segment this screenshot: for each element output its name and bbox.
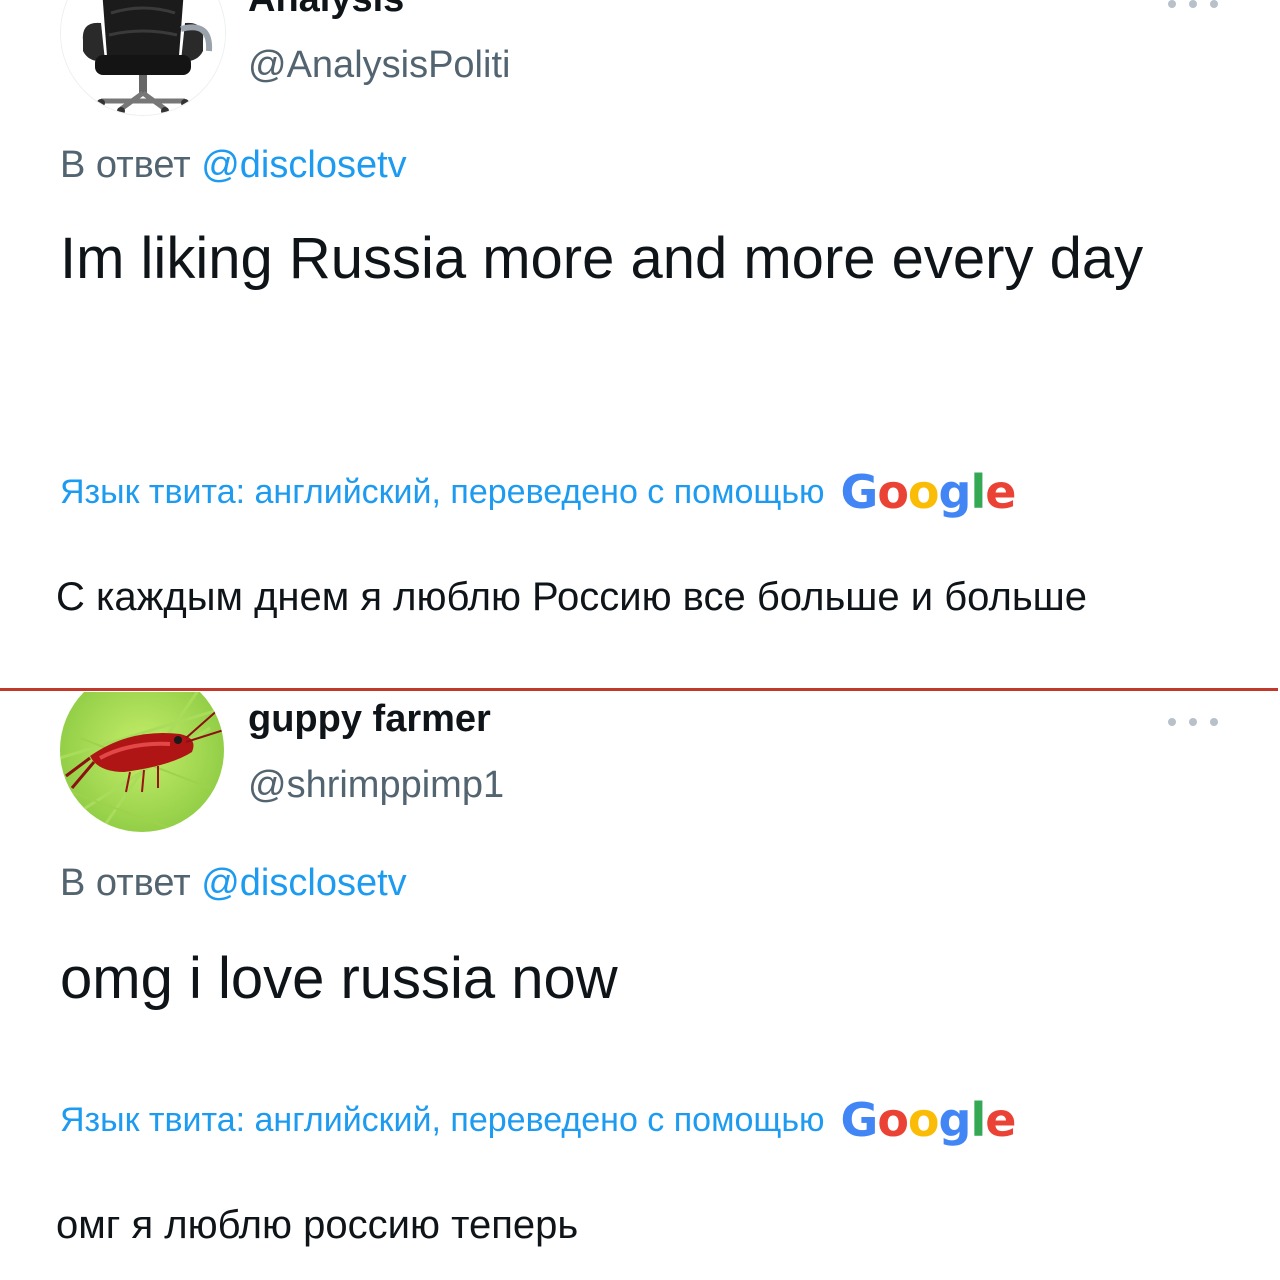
reply-mention-link[interactable]: @disclosetv xyxy=(201,862,406,904)
user-handle[interactable]: @shrimppimp1 xyxy=(248,764,504,807)
display-name[interactable]: guppy farmer xyxy=(248,698,491,741)
separator-line xyxy=(0,688,1278,691)
translated-text: омг я люблю россию теперь xyxy=(56,1203,579,1247)
display-name[interactable]: Analysis xyxy=(248,0,404,21)
translation-attribution: Язык твита: английский, переведено с пом… xyxy=(60,1090,1017,1150)
more-options-icon[interactable] xyxy=(1168,712,1218,732)
shrimp-icon xyxy=(60,692,224,832)
tweet-2[interactable]: guppy farmer @shrimppimp1 В ответ @discl… xyxy=(0,692,1280,1280)
reply-context: В ответ @disclosetv xyxy=(60,144,407,187)
reply-context: В ответ @disclosetv xyxy=(60,862,407,905)
avatar[interactable] xyxy=(60,692,224,832)
translation-attribution: Язык твита: английский, переведено с пом… xyxy=(60,462,1017,522)
reply-mention-link[interactable]: @disclosetv xyxy=(201,144,406,186)
google-logo: Google xyxy=(840,465,1017,519)
more-options-icon[interactable] xyxy=(1168,0,1218,14)
reply-prefix: В ответ xyxy=(60,862,191,904)
translated-text: С каждым днем я люблю Россию все больше … xyxy=(56,575,1087,619)
tweet-text: omg i love russia now xyxy=(60,946,618,1011)
translation-label: Язык твита: английский, переведено с пом… xyxy=(60,472,825,511)
avatar[interactable] xyxy=(60,0,226,116)
tweet-1[interactable]: Analysis @AnalysisPoliti В ответ @disclo… xyxy=(0,0,1280,688)
reply-prefix: В ответ xyxy=(60,144,191,186)
user-handle[interactable]: @AnalysisPoliti xyxy=(248,44,510,87)
office-chair-icon xyxy=(61,0,225,115)
google-logo: Google xyxy=(840,1093,1017,1147)
translation-label: Язык твита: английский, переведено с пом… xyxy=(60,1100,825,1139)
tweet-text: Im liking Russia more and more every day xyxy=(60,226,1144,291)
